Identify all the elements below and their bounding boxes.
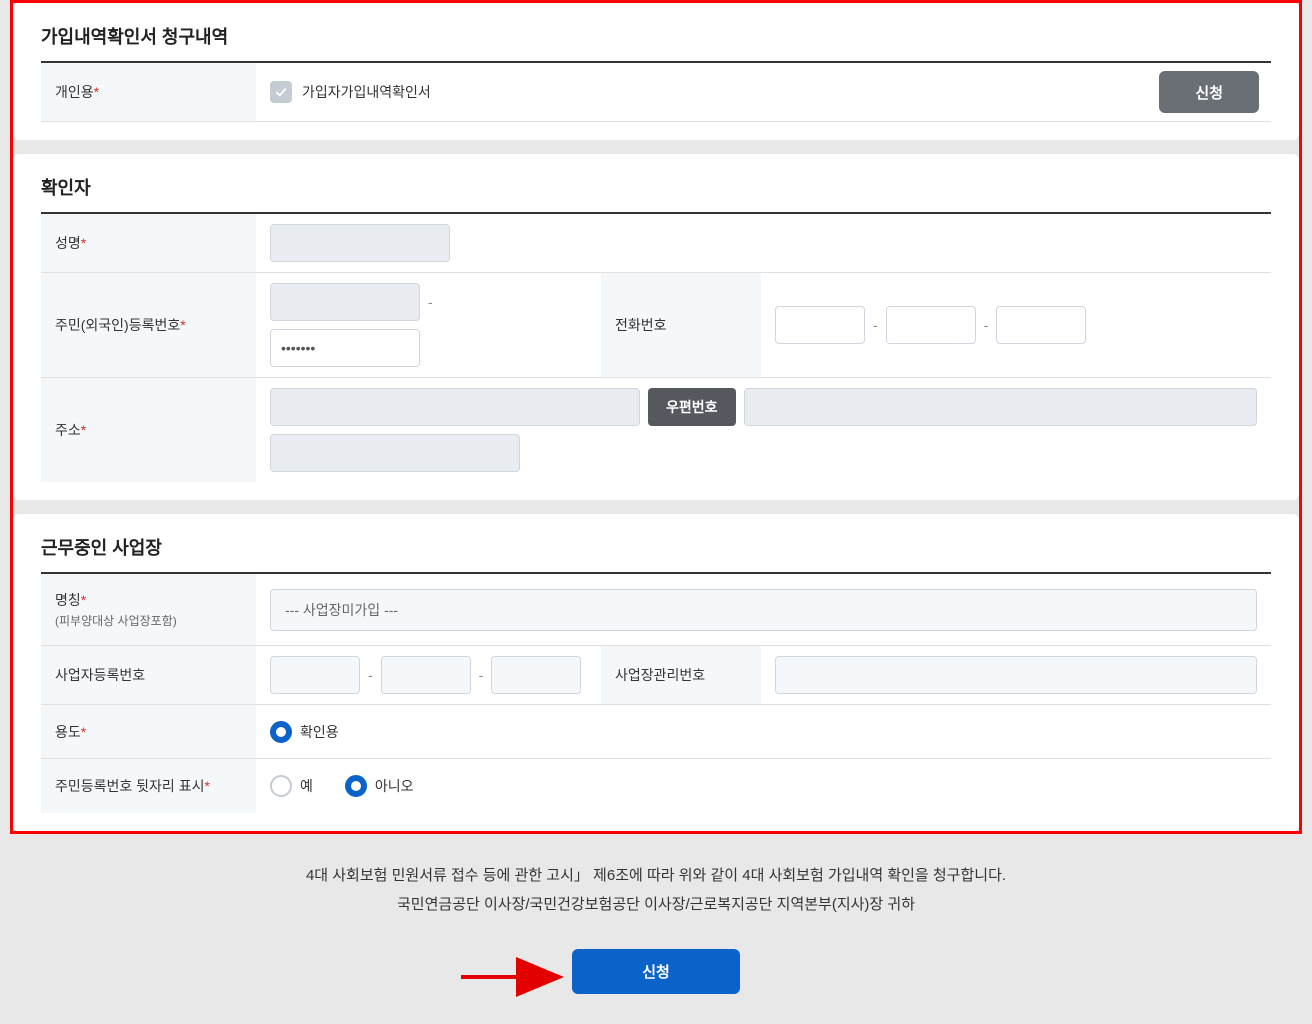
section-workplace: 근무중인 사업장 명칭* (피부양대상 사업장포함) --- 사업장미가입 --… — [13, 514, 1299, 831]
label-mgmtno: 사업장관리번호 — [601, 646, 761, 704]
footer-text: 4대 사회보험 민원서류 접수 등에 관한 고시」 제6조에 따라 위와 같이 … — [10, 834, 1302, 929]
resident-no-2[interactable] — [270, 329, 420, 367]
bizreg-1[interactable] — [270, 656, 360, 694]
label-bizregno: 사업자등록번호 — [41, 646, 256, 704]
check-icon — [270, 81, 292, 103]
resident-no-1[interactable] — [270, 283, 420, 321]
label-masking: 주민등록번호 뒷자리 표시* — [41, 759, 256, 813]
address-detail[interactable] — [270, 434, 520, 472]
zip-search-button[interactable]: 우편번호 — [648, 388, 736, 426]
label-resident-no: 주민(외국인)등록번호* — [41, 273, 256, 377]
bizreg-2[interactable] — [381, 656, 471, 694]
label-phone: 전화번호 — [601, 273, 761, 377]
label-address: 주소* — [41, 378, 256, 482]
label-personal: 개인용* — [41, 63, 256, 121]
apply-button-top[interactable]: 신청 — [1159, 71, 1259, 113]
radio-masking-no[interactable]: 아니오 — [345, 775, 414, 797]
address-zip-display[interactable] — [270, 388, 640, 426]
label-name: 성명* — [41, 214, 256, 272]
label-bizname: 명칭* (피부양대상 사업장포함) — [41, 574, 256, 645]
radio-masking-yes[interactable]: 예 — [270, 775, 313, 797]
checkbox-subscriber-cert[interactable]: 가입자가입내역확인서 — [270, 81, 431, 103]
section-claim-details: 가입내역확인서 청구내역 개인용* 가입자가입내역확인서 신청 — [13, 3, 1299, 140]
section-confirmer: 확인자 성명* 주민(외국인)등록번호* - — [13, 154, 1299, 500]
section-title: 근무중인 사업장 — [41, 534, 1271, 574]
phone-3[interactable] — [996, 306, 1086, 344]
bizreg-3[interactable] — [491, 656, 581, 694]
radio-selected-icon — [345, 775, 367, 797]
phone-2[interactable] — [886, 306, 976, 344]
section-title: 확인자 — [41, 174, 1271, 214]
bizname-select[interactable]: --- 사업장미가입 --- — [270, 589, 1257, 631]
highlight-region: 가입내역확인서 청구내역 개인용* 가입자가입내역확인서 신청 — [10, 0, 1302, 834]
phone-1[interactable] — [775, 306, 865, 344]
radio-selected-icon — [270, 721, 292, 743]
label-usage: 용도* — [41, 705, 256, 758]
radio-usage-confirm[interactable]: 확인용 — [270, 721, 339, 743]
footer-action: 신청 — [10, 929, 1302, 1024]
section-title: 가입내역확인서 청구내역 — [41, 23, 1271, 63]
mgmtno-input[interactable] — [775, 656, 1257, 694]
arrow-icon — [456, 957, 576, 997]
submit-button[interactable]: 신청 — [572, 949, 740, 994]
name-input[interactable] — [270, 224, 450, 262]
address-main[interactable] — [744, 388, 1257, 426]
radio-unselected-icon — [270, 775, 292, 797]
